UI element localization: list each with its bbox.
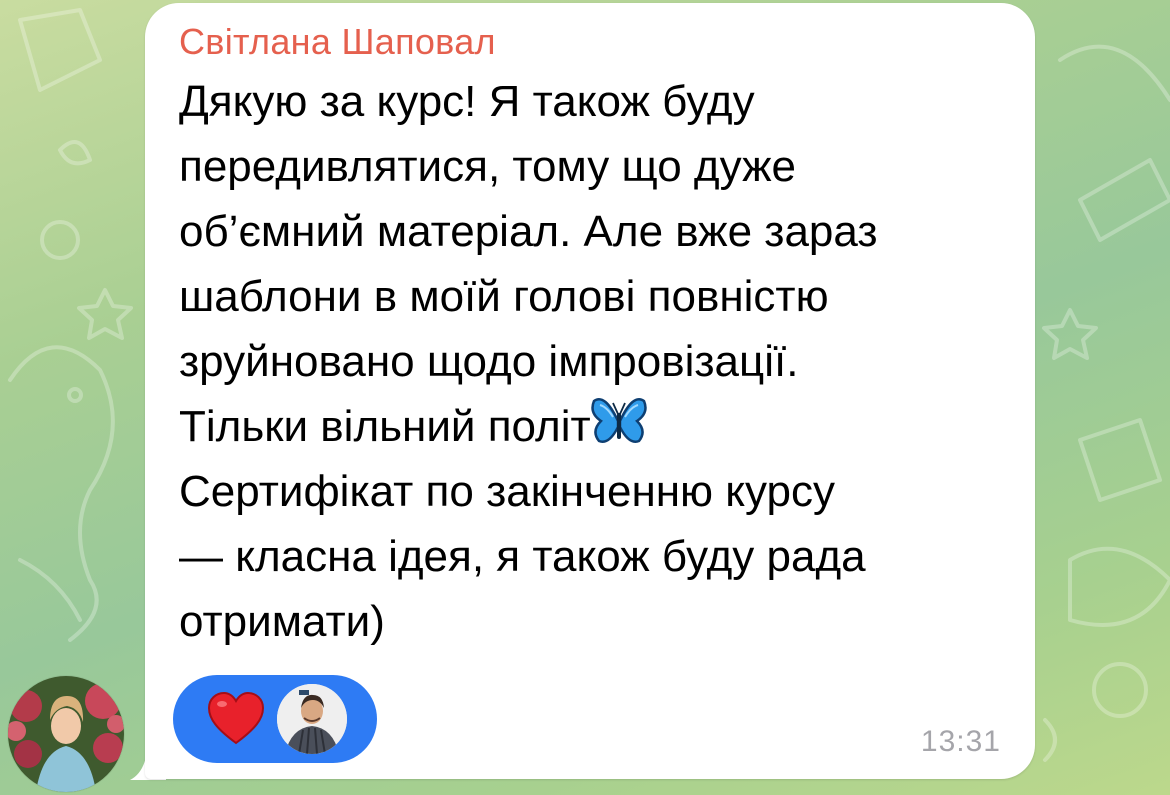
message-line: Сертифікат по закінченню курсу [179,467,835,516]
reactor-avatar-photo [277,684,347,754]
message-line-text: Тільки вільний політ [179,402,591,451]
message-line: зруйновано щодо імпровізації. [179,337,799,386]
butterfly-emoji-icon [590,398,647,443]
message-bubble[interactable]: Світлана Шаповал Дякую за курс! Я також … [145,3,1035,779]
message-text: Дякую за курс! Я також буду передивлятис… [179,69,1019,654]
sender-name[interactable]: Світлана Шаповал [179,21,496,63]
message-line: об’ємний матеріал. Але вже зараз [179,207,878,256]
sender-avatar-photo [8,676,124,792]
message-line: отримати) [179,597,385,646]
red-heart-icon [207,691,265,745]
reaction-chip-heart[interactable] [173,675,377,763]
message-line: — класна ідея, я також буду рада [179,532,866,581]
message-line: шаблони в моїй голові повністю [179,272,829,321]
message-line: передивлятися, тому що дуже [179,142,796,191]
reactor-avatar[interactable] [277,684,347,754]
sender-avatar[interactable] [8,676,124,792]
message-line-with-emoji: Тільки вільний політ [179,394,1019,459]
message-line: Дякую за курс! Я також буду [179,77,755,126]
message-timestamp: 13:31 [920,725,1001,758]
